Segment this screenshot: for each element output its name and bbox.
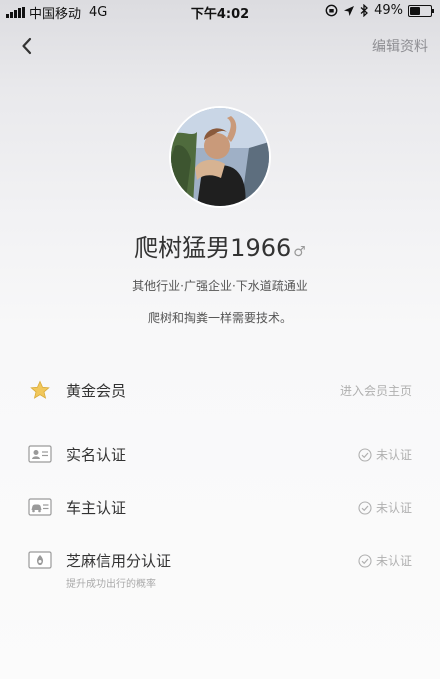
car-owner-verify-label: 车主认证	[66, 499, 127, 517]
status-right: 49%	[325, 3, 434, 18]
sesame-credit-status-label: 未认证	[375, 554, 412, 568]
gender-male-icon: ♂	[293, 244, 306, 260]
sesame-credit-icon	[28, 551, 52, 569]
car-owner-verify-row[interactable]: 车主认证 未认证	[0, 489, 440, 529]
profile-tags: 其他行业·广强企业·下水道疏通业	[132, 279, 308, 293]
star-icon	[30, 380, 50, 399]
profile-bio: 爬树和掏粪一样需要技术。	[147, 311, 292, 325]
check-circle-icon	[358, 553, 372, 568]
orientation-lock-icon	[325, 4, 338, 17]
avatar[interactable]	[171, 108, 269, 206]
realname-status-label: 未认证	[375, 448, 412, 462]
user-name: 爬树猛男1966	[134, 234, 292, 262]
member-home-link[interactable]: 进入会员主页	[340, 382, 412, 399]
bluetooth-icon	[360, 4, 369, 17]
gold-member-row[interactable]: 黄金会员 进入会员主页	[0, 372, 440, 412]
name-row: 爬树猛男1966 ♂	[0, 228, 440, 263]
check-circle-icon	[358, 500, 372, 515]
realname-verify-label: 实名认证	[66, 446, 127, 464]
realname-status: 未认证	[358, 446, 412, 463]
location-icon	[344, 5, 355, 16]
battery-percent: 49%	[374, 3, 403, 18]
id-card-icon	[28, 445, 52, 463]
car-owner-status-label: 未认证	[375, 501, 412, 515]
check-circle-icon	[358, 447, 372, 462]
car-license-icon	[28, 498, 52, 516]
edit-profile-button[interactable]: 编辑资料	[372, 36, 428, 56]
member-home-label: 进入会员主页	[339, 384, 412, 398]
sesame-credit-hint: 提升成功出行的概率	[66, 579, 156, 590]
realname-verify-row[interactable]: 实名认证 未认证	[0, 436, 440, 476]
gold-member-label: 黄金会员	[66, 382, 127, 400]
sesame-credit-verify-row[interactable]: 芝麻信用分认证 提升成功出行的概率 未认证	[0, 542, 440, 590]
battery-fill	[410, 6, 420, 15]
back-arrow-icon[interactable]	[16, 34, 40, 58]
car-owner-status: 未认证	[358, 499, 412, 516]
battery-icon	[408, 4, 434, 17]
sesame-credit-label: 芝麻信用分认证	[66, 552, 172, 570]
status-bar: 中国移动 4G 下午4:02 49%	[0, 0, 440, 22]
avatar-photo	[171, 108, 269, 206]
sesame-credit-status: 未认证	[358, 552, 412, 569]
